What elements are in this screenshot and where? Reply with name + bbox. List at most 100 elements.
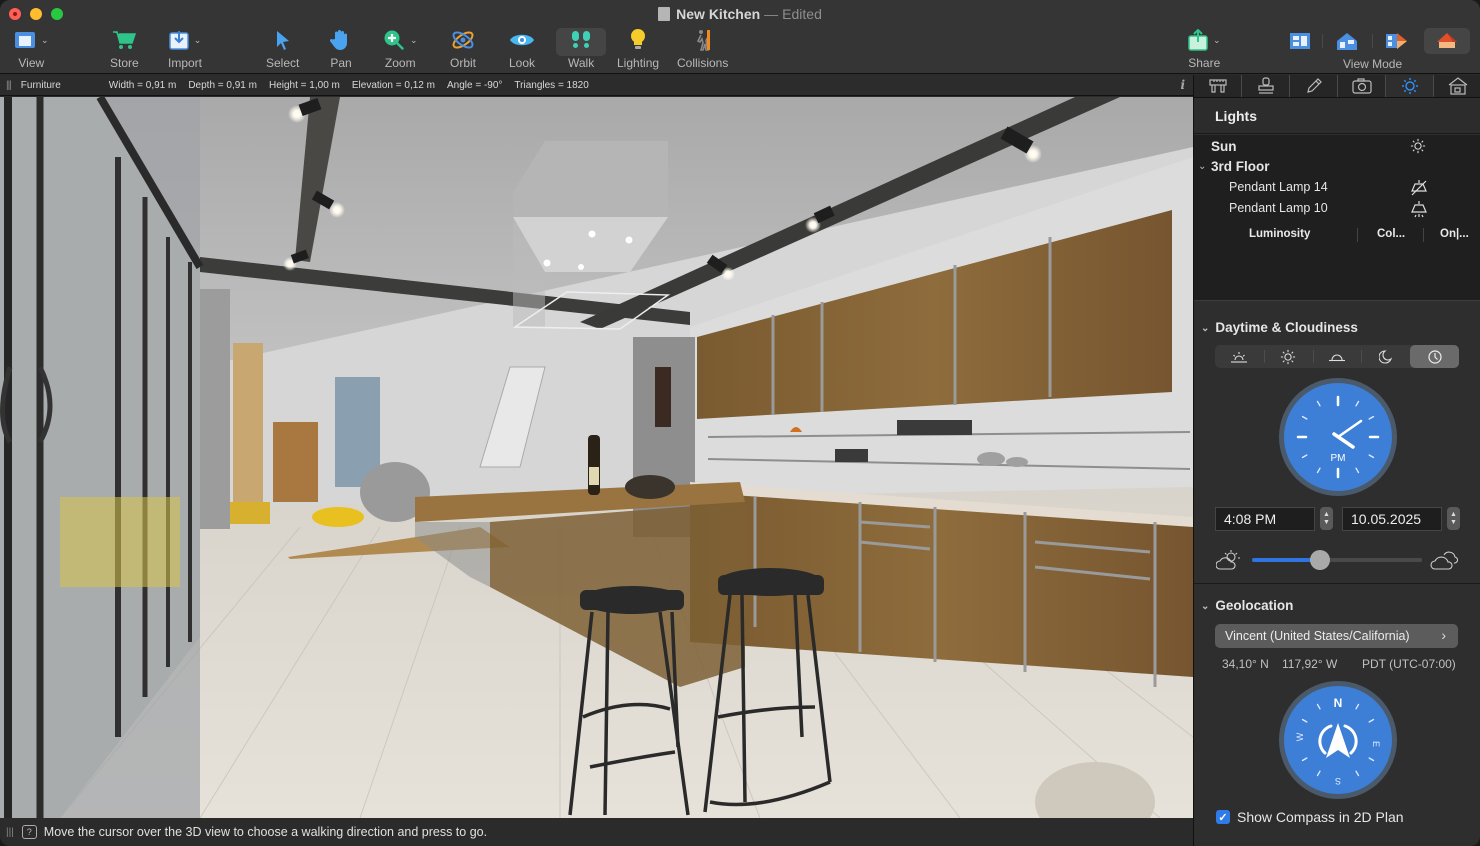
hand-icon (330, 30, 347, 50)
date-field[interactable]: 10.05.2025 (1342, 507, 1442, 531)
mode-night[interactable] (1361, 345, 1410, 368)
lights-columns-header: Luminosity Col... On|... (1194, 226, 1480, 244)
dial-tick (1301, 415, 1308, 420)
yellow-stool (230, 502, 270, 524)
geolocation-section-header[interactable]: ⌄ Geolocation (1201, 598, 1293, 613)
3d-view[interactable] (0, 97, 1193, 818)
light-group-3rd-floor[interactable]: ⌄ 3rd Floor (1194, 157, 1480, 177)
tab-measure[interactable] (1194, 75, 1242, 97)
yellow-pouf (312, 507, 364, 527)
concrete-pillar (200, 289, 230, 529)
share-icon (1188, 29, 1208, 51)
lights-section-title: Lights (1194, 99, 1480, 134)
column-on-off[interactable]: On|... (1440, 228, 1469, 240)
time-field[interactable]: 4:08 PM (1215, 507, 1315, 531)
sun-icon[interactable] (1410, 138, 1426, 154)
collision-walker-icon (696, 30, 710, 51)
caliper-icon (1208, 79, 1227, 93)
triangles-value: Triangles = 1820 (514, 79, 589, 91)
date-stepper[interactable]: ▲ ▼ (1447, 507, 1460, 530)
view-button[interactable]: ⌄ View (14, 28, 49, 72)
sun-icon (1281, 349, 1296, 364)
mode-sunrise[interactable] (1215, 345, 1264, 368)
dial-tick (1368, 454, 1375, 459)
tab-camera[interactable] (1338, 75, 1386, 97)
slider-thumb[interactable] (1310, 550, 1330, 570)
compass-dial[interactable]: N E S W (1279, 681, 1397, 799)
zoom-tool-button[interactable]: ⌄ Zoom (383, 28, 418, 72)
sunset-icon (1328, 354, 1345, 361)
chevron-down-icon: ⌄ (1201, 601, 1210, 612)
select-tool-button[interactable]: Select (266, 28, 299, 72)
drag-handle-icon[interactable]: ||| (6, 80, 12, 91)
view-mode-group: View Mode (1280, 28, 1480, 72)
info-button[interactable]: i (1180, 78, 1185, 92)
time-clock-dial[interactable]: PM (1279, 378, 1397, 496)
stamp-icon (1257, 77, 1274, 94)
camera-icon (1351, 78, 1372, 94)
compass-south-label: S (1335, 776, 1341, 786)
mode-custom-time[interactable] (1410, 345, 1459, 368)
inspector-tabs (1194, 75, 1480, 98)
dial-tick (1316, 703, 1321, 710)
eye-icon (510, 34, 535, 46)
mode-sunset[interactable] (1312, 345, 1362, 368)
view-mode-split-button[interactable] (1384, 30, 1410, 52)
light-row-sun[interactable]: Sun (1194, 137, 1480, 157)
chevron-down-icon: ⌄ (410, 34, 418, 45)
lighting-button[interactable]: Lighting (617, 28, 659, 72)
partly-sunny-icon (1216, 550, 1240, 570)
light-row-pendant-lamp-10[interactable]: Pendant Lamp 10 (1194, 199, 1480, 219)
show-compass-checkbox[interactable]: ✓ (1216, 810, 1230, 824)
mode-noon[interactable] (1263, 345, 1313, 368)
chevron-right-icon: › (1441, 627, 1446, 643)
latitude-value: 34,10° N (1222, 657, 1269, 671)
depth-value: Depth = 0,91 m (188, 79, 257, 91)
tab-edit[interactable] (1290, 75, 1338, 97)
show-compass-label[interactable]: Show Compass in 2D Plan (1237, 809, 1404, 825)
walk-tool-button[interactable]: Walk (556, 28, 607, 72)
store-button[interactable]: Store (110, 28, 139, 72)
chevron-down-icon[interactable]: ⌄ (1198, 161, 1206, 172)
pan-tool-button[interactable]: Pan (330, 28, 352, 72)
cloudiness-slider[interactable] (1252, 550, 1422, 570)
width-value: Width = 0,91 m (108, 79, 177, 91)
column-luminosity[interactable]: Luminosity (1249, 228, 1310, 240)
collisions-button[interactable]: Collisions (677, 28, 728, 72)
import-button[interactable]: ⌄ Import (168, 28, 202, 72)
orbit-icon (452, 31, 474, 49)
time-stepper[interactable]: ▲ ▼ (1320, 507, 1333, 530)
dial-tick (1301, 454, 1308, 459)
chevron-down-icon: ⌄ (1213, 34, 1221, 45)
daytime-mode-selector (1215, 345, 1459, 368)
compass-needle (1326, 723, 1350, 758)
glass-sliding-doors (0, 97, 204, 818)
view-mode-3d-button[interactable] (1424, 28, 1470, 54)
tab-building[interactable] (1434, 75, 1480, 97)
look-tool-button[interactable]: Look (509, 28, 535, 72)
view-mode-label: View Mode (1343, 57, 1403, 71)
share-button[interactable]: ⌄ Share (1188, 28, 1221, 72)
orbit-tool-button[interactable]: Orbit (450, 28, 476, 72)
dial-tick (1355, 703, 1360, 710)
location-picker-button[interactable]: Vincent (United States/California) › (1215, 624, 1458, 648)
view-mode-2d-plan-button[interactable] (1288, 30, 1312, 52)
sun-icon (1401, 77, 1418, 94)
cursor-arrow-icon (276, 31, 289, 50)
column-color[interactable]: Col... (1377, 228, 1405, 240)
tab-lights[interactable] (1386, 75, 1434, 97)
daytime-section-header[interactable]: ⌄ Daytime & Cloudiness (1201, 320, 1358, 335)
view-mode-3d-section-button[interactable] (1334, 30, 1360, 52)
lamp-off-icon[interactable] (1410, 179, 1428, 197)
lights-list: Sun ⌄ 3rd Floor Pendant Lamp 14 Pendant … (1194, 135, 1480, 301)
help-bubble-icon[interactable]: ? (21, 825, 37, 839)
light-row-pendant-lamp-14[interactable]: Pendant Lamp 14 (1194, 178, 1480, 198)
sunrise-icon (1231, 351, 1248, 363)
lamp-on-icon[interactable] (1410, 200, 1428, 218)
drag-handle-icon[interactable]: ||| (6, 827, 14, 838)
tab-stamp[interactable] (1242, 75, 1290, 97)
hour-hand (1332, 432, 1355, 449)
cloudy-icon (1430, 551, 1459, 570)
import-icon (168, 31, 189, 50)
am-pm-label: PM (1331, 453, 1346, 464)
